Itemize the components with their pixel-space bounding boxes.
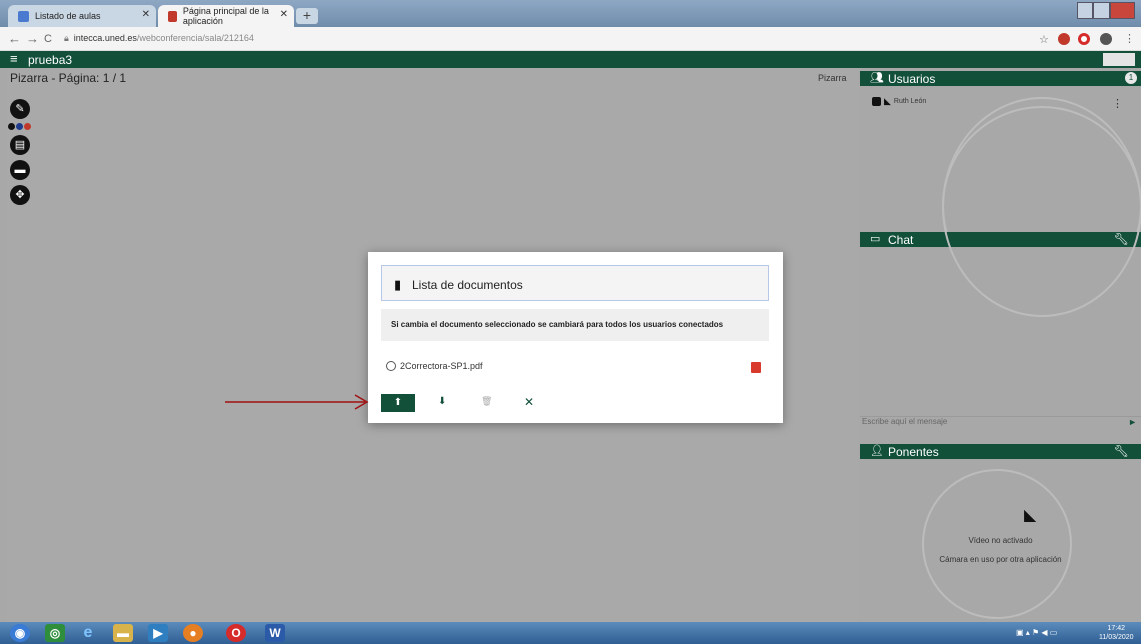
color-swatch[interactable]: [16, 123, 23, 130]
word-icon[interactable]: W: [265, 624, 285, 642]
tab-label: Listado de aulas: [35, 11, 101, 21]
user-list-item[interactable]: ◣ Ruth León: [872, 96, 926, 107]
video-off-icon: ◣: [1024, 507, 1037, 524]
whiteboard-label: Pizarra: [818, 73, 847, 83]
clock-date: 11/03/2020: [1099, 634, 1134, 641]
speakers-panel-title: Ponentes: [888, 445, 939, 459]
window-controls: [1077, 2, 1135, 19]
users-panel-header: 👥︎ Usuarios 1: [860, 71, 1141, 86]
users-count-badge: 1: [1125, 72, 1137, 84]
user-name: Ruth León: [893, 98, 927, 105]
chrome-icon[interactable]: ◎: [45, 624, 65, 642]
forward-icon[interactable]: →: [26, 31, 39, 46]
folder-icon[interactable]: ▬: [10, 160, 30, 180]
start-button-icon[interactable]: ◉: [10, 624, 30, 642]
address-bar: ← → C 🔒︎ intecca.uned.es/webconferencia/s…: [0, 27, 1141, 51]
dialog-title: Lista de documentos: [412, 278, 523, 292]
star-icon[interactable]: ☆: [1039, 33, 1049, 46]
new-tab-button[interactable]: +: [296, 8, 318, 24]
chat-panel-title: Chat: [888, 233, 914, 247]
media-player-icon[interactable]: ▶: [148, 624, 168, 642]
opera-taskbar-icon[interactable]: O: [226, 624, 246, 642]
firefox-icon[interactable]: ●: [183, 624, 203, 642]
internet-explorer-icon[interactable]: e: [78, 624, 98, 642]
user-badge-icon: [872, 97, 881, 106]
tab-label: Página principal de la aplicación: [182, 6, 269, 26]
dialog-warning: Si cambia el documento seleccionado se c…: [381, 309, 769, 341]
users-panel-title: Usuarios: [888, 72, 936, 86]
close-window-button[interactable]: [1109, 2, 1135, 19]
hamburger-menu-icon[interactable]: ≡: [10, 52, 18, 66]
tab-favicon-icon: [168, 10, 177, 22]
profile-icon[interactable]: [1100, 33, 1112, 45]
book-icon[interactable]: ▤: [10, 135, 30, 155]
user-options-icon[interactable]: ⋮: [1112, 97, 1123, 110]
users-icon: 👥︎: [870, 72, 884, 84]
app-header: ≡ prueba3: [0, 51, 1141, 68]
document-list-dialog: ▮ Lista de documentos Si cambia el docum…: [368, 252, 783, 423]
browser-tab-bar: Listado de aulas ✕ Página principal de l…: [0, 0, 1141, 27]
chat-icon: ▭: [870, 233, 881, 245]
opera-icon[interactable]: [1078, 33, 1090, 45]
file-explorer-icon[interactable]: ▬: [113, 624, 133, 642]
close-dialog-button[interactable]: ✕: [524, 395, 534, 409]
color-swatches: [8, 123, 31, 130]
lock-icon: 🔒︎: [64, 33, 69, 43]
video-status: Vídeo no activado: [968, 536, 1033, 545]
chat-panel: [860, 97, 1141, 416]
page-title: Pizarra - Página: 1 / 1: [10, 71, 127, 85]
chat-placeholder: Escribe aquí el mensaje: [862, 417, 948, 426]
url-path: /webconferencia/sala/212164: [136, 33, 254, 43]
tab-favicon-icon: [18, 10, 29, 22]
browser-tab-listado[interactable]: Listado de aulas ✕: [8, 5, 156, 27]
maximize-button[interactable]: [1093, 2, 1110, 19]
back-icon[interactable]: ←: [8, 31, 21, 46]
uned-seal-watermark: [942, 97, 1141, 317]
move-icon[interactable]: ✥: [10, 185, 30, 205]
browser-menu-icon[interactable]: ⋮: [1124, 32, 1135, 45]
reload-icon[interactable]: C: [44, 33, 52, 45]
pen-tool-icon[interactable]: ✎: [10, 99, 30, 119]
color-swatch[interactable]: [8, 123, 15, 130]
screen: Listado de aulas ✕ Página principal de l…: [0, 0, 1141, 644]
os-taskbar: ◉ ◎ e ▬ ▶ ● O W ▣ ▴ ⚑ ◀ ▭ 17:42 11/03/20…: [0, 622, 1141, 644]
url-field[interactable]: 🔒︎ intecca.uned.es/webconferencia/sala/21…: [64, 33, 254, 44]
document-name[interactable]: 2Correctora-SP1.pdf: [400, 361, 483, 371]
person-icon: 👤︎: [870, 445, 884, 457]
dialog-header: ▮ Lista de documentos: [381, 265, 769, 301]
annotation-arrow-icon: [225, 394, 369, 410]
clock-time: 17:42: [1107, 625, 1126, 632]
minimize-button[interactable]: [1077, 2, 1094, 19]
close-tab-icon[interactable]: ✕: [280, 9, 288, 20]
system-tray-icons[interactable]: ▣ ▴ ⚑ ◀ ▭: [1016, 628, 1057, 637]
pdf-icon[interactable]: [751, 362, 761, 373]
delete-button[interactable]: 🗑: [481, 396, 492, 407]
camera-off-icon: ◣: [884, 96, 891, 106]
extension-icon[interactable]: [1058, 33, 1070, 45]
download-button[interactable]: ⬇: [438, 396, 446, 407]
system-clock[interactable]: 17:42 11/03/2020: [1099, 624, 1134, 642]
browser-tab-app[interactable]: Página principal de la aplicación ✕: [158, 5, 294, 27]
upload-button[interactable]: ⬆: [381, 394, 415, 412]
color-swatch[interactable]: [24, 123, 31, 130]
document-radio[interactable]: [386, 361, 396, 371]
room-title: prueba3: [28, 53, 73, 67]
chat-input[interactable]: Escribe aquí el mensaje ►: [860, 416, 1141, 430]
url-host: intecca.uned.es: [73, 33, 137, 43]
uned-logo: [1103, 53, 1135, 66]
close-tab-icon[interactable]: ✕: [142, 9, 150, 20]
camera-status: Cámara en uso por otra aplicación: [939, 555, 1062, 564]
speakers-panel-header: 👤︎ Ponentes 🔧︎: [860, 444, 1141, 459]
wrench-icon[interactable]: 🔧︎: [1114, 444, 1129, 458]
send-icon[interactable]: ►: [1128, 417, 1137, 427]
document-icon: ▮: [394, 277, 402, 292]
